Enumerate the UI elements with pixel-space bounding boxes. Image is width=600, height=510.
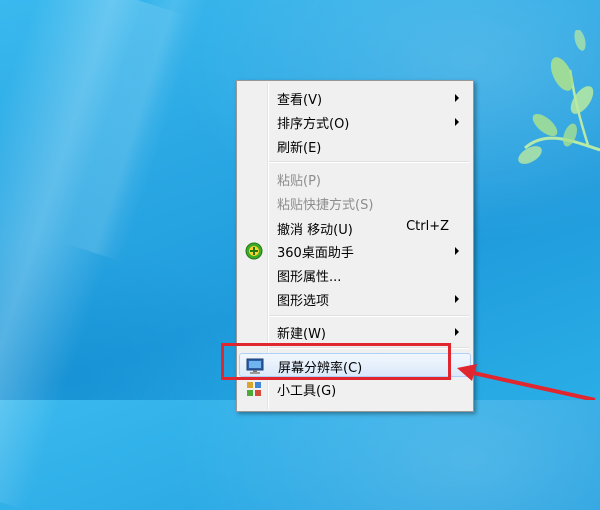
menu-item-label: 小工具(G) (277, 384, 337, 399)
menu-separator (269, 315, 469, 317)
menu-item-refresh[interactable]: 刷新(E) (239, 134, 471, 158)
annotation-arrow-icon (457, 364, 596, 400)
submenu-arrow-icon (455, 295, 459, 303)
submenu-arrow-icon (455, 94, 459, 102)
menu-item-new[interactable]: 新建(W) (239, 320, 471, 344)
wallpaper-plant (518, 30, 600, 164)
submenu-arrow-icon (455, 328, 459, 336)
menu-item-label: 刷新(E) (277, 141, 322, 156)
menu-item-label: 排序方式(O) (277, 117, 350, 132)
menu-item-view[interactable]: 查看(V) (239, 86, 471, 110)
menu-item-sort-by[interactable]: 排序方式(O) (239, 110, 471, 134)
submenu-arrow-icon (455, 118, 459, 126)
menu-item-label: 图形选项 (277, 294, 330, 309)
menu-item-graphics-options[interactable]: 图形选项 (239, 287, 471, 311)
360-icon (245, 242, 263, 260)
menu-item-label: 新建(W) (277, 327, 326, 342)
menu-item-label: 查看(V) (277, 93, 323, 108)
menu-item-label: 粘贴快捷方式(S) (277, 198, 374, 213)
gadget-icon (247, 382, 261, 396)
menu-item-label: 360桌面助手 (277, 246, 354, 261)
menu-item-gadgets[interactable]: 小工具(G) (239, 377, 471, 401)
menu-item-paste-shortcut: 粘贴快捷方式(S) (239, 191, 471, 215)
menu-item-label: 撤消 移动(U) (277, 223, 353, 238)
menu-separator (269, 161, 469, 163)
menu-item-undo-move[interactable]: 撤消 移动(U) Ctrl+Z (239, 216, 471, 240)
menu-item-graphics-properties[interactable]: 图形属性... (239, 263, 471, 287)
menu-item-label: 图形属性... (277, 270, 342, 285)
menu-item-paste: 粘贴(P) (239, 167, 471, 191)
annotation-highlight-box (221, 343, 451, 380)
menu-item-360-desktop-assistant[interactable]: 360桌面助手 (239, 239, 471, 263)
menu-item-label: 粘贴(P) (277, 174, 321, 189)
menu-item-shortcut: Ctrl+Z (406, 219, 449, 234)
submenu-arrow-icon (455, 247, 459, 255)
